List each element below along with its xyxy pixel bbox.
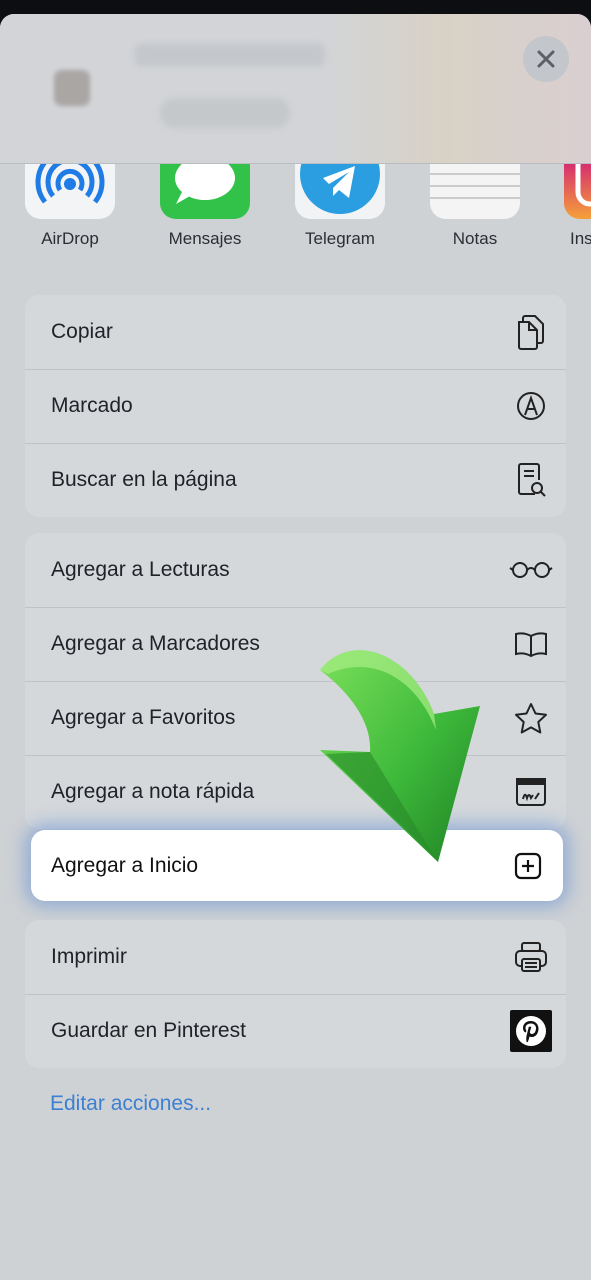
app-label: Ins	[570, 229, 591, 248]
share-header	[0, 14, 591, 164]
action-label: Guardar en Pinterest	[51, 1019, 246, 1042]
close-icon	[537, 50, 555, 68]
action-save-pinterest[interactable]: Guardar en Pinterest	[25, 994, 566, 1068]
action-label: Marcado	[51, 394, 133, 417]
pinterest-icon	[510, 1010, 552, 1052]
app-label: Notas	[452, 229, 498, 248]
action-add-reading-list[interactable]: Agregar a Lecturas	[25, 533, 566, 607]
edit-actions-link[interactable]: Editar acciones...	[50, 1092, 211, 1116]
book-icon	[512, 625, 550, 663]
action-label: Copiar	[51, 320, 113, 343]
actions-group-basic: Copiar Marcado Buscar en la página	[25, 295, 566, 517]
airdrop-icon	[25, 164, 115, 219]
action-copy[interactable]: Copiar	[25, 295, 566, 369]
messages-icon	[160, 164, 250, 219]
action-label: Agregar a nota rápida	[51, 780, 255, 803]
add-square-icon	[511, 849, 545, 883]
quick-note-icon	[512, 773, 550, 811]
action-print[interactable]: Imprimir	[25, 920, 566, 994]
app-label: Mensajes	[168, 229, 242, 248]
telegram-icon	[295, 164, 385, 219]
close-button[interactable]	[523, 36, 569, 82]
find-on-page-icon	[512, 461, 550, 499]
share-sheet: AirDrop Mensajes Telegram Notas Ins Copi…	[0, 14, 591, 1280]
action-label: Agregar a Marcadores	[51, 632, 260, 655]
star-icon	[512, 699, 550, 737]
page-title	[135, 44, 325, 66]
options-button[interactable]	[160, 98, 290, 128]
actions-group-other: Imprimir Guardar en Pinterest	[25, 920, 566, 1068]
markup-icon	[512, 387, 550, 425]
apps-row: AirDrop Mensajes Telegram Notas Ins	[0, 164, 591, 264]
action-find-on-page[interactable]: Buscar en la página	[25, 443, 566, 517]
action-markup[interactable]: Marcado	[25, 369, 566, 443]
action-label: Imprimir	[51, 945, 127, 968]
action-label: Agregar a Favoritos	[51, 706, 236, 729]
action-label: Buscar en la página	[51, 468, 237, 491]
instagram-icon	[564, 164, 591, 219]
printer-icon	[512, 938, 550, 976]
guide-arrow-icon	[320, 650, 480, 862]
notes-icon	[430, 164, 520, 219]
glasses-icon	[508, 551, 554, 589]
app-label: Telegram	[305, 229, 375, 248]
page-thumbnail	[54, 70, 90, 106]
copy-icon	[512, 313, 550, 351]
action-label: Agregar a Lecturas	[51, 558, 230, 581]
app-label: AirDrop	[41, 229, 99, 248]
action-label: Agregar a Inicio	[51, 853, 199, 877]
